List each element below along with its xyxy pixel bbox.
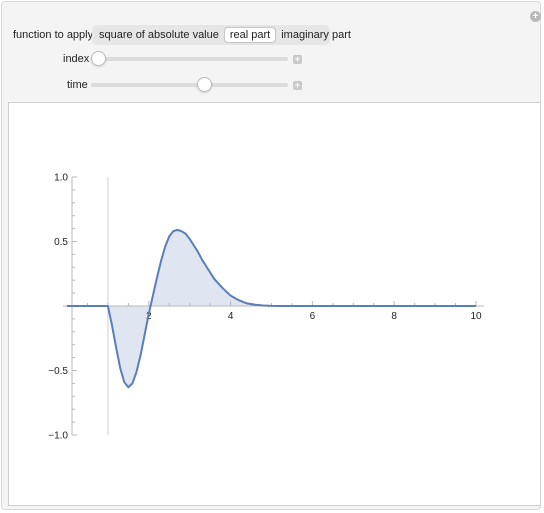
index-slider-track[interactable] [91, 57, 288, 61]
time-slider-thumb[interactable] [196, 77, 212, 92]
function-label: function to apply [13, 29, 94, 41]
function-selector: square of absolute value real part imagi… [92, 25, 351, 45]
y-tick-label: 1.0 [54, 173, 68, 184]
x-tick-label: 6 [310, 311, 316, 322]
y-tick-label: 0.5 [54, 237, 68, 248]
series-fill [67, 229, 476, 388]
plus-square-icon[interactable]: + [293, 55, 302, 64]
manipulate-panel: + function to apply square of absolute v… [1, 1, 541, 510]
index-label: index [63, 53, 90, 65]
x-tick-label: 8 [391, 311, 397, 322]
index-slider-thumb[interactable] [91, 51, 106, 66]
option-imaginary-part[interactable]: imaginary part [276, 27, 356, 43]
time-slider-track[interactable] [91, 83, 288, 87]
option-real-part[interactable]: real part [223, 27, 277, 43]
x-tick-label: 4 [228, 311, 234, 322]
x-tick-label: 10 [470, 311, 482, 322]
time-label: time [67, 79, 88, 91]
y-tick-label: −0.5 [48, 366, 68, 377]
option-square-abs[interactable]: square of absolute value [94, 27, 224, 43]
plus-circle-icon[interactable]: + [530, 11, 541, 22]
chart-svg: 1.00.5−0.5−1.02 4 6 8 10 [48, 173, 484, 442]
plus-square-icon[interactable]: + [293, 81, 302, 90]
plot-area: 1.0 0.5 −0.5 −1.0 2 4 6 8 10 [8, 102, 541, 506]
y-tick-label: −1.0 [48, 431, 68, 442]
